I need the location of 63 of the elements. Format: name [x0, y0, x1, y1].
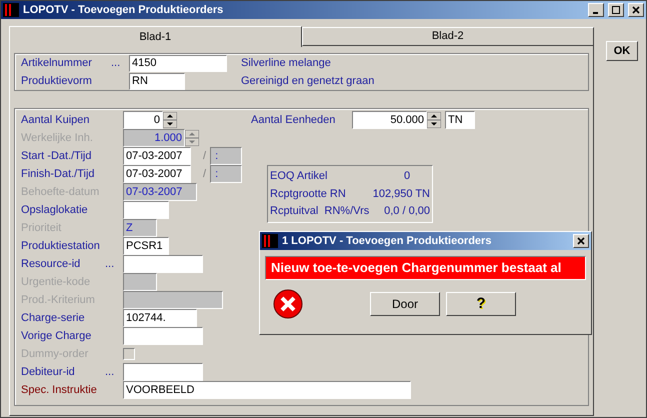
dialog-button[interactable]: Door — [370, 292, 440, 316]
field-label: Resource-id — [21, 256, 82, 272]
input-field[interactable]: VOORBEELD — [123, 381, 411, 399]
input-field[interactable]: 50.000 — [352, 111, 427, 129]
input-field[interactable]: PCSR1 — [123, 237, 169, 255]
tab[interactable]: Blad-1 — [9, 26, 302, 47]
spin-buttons-icon[interactable] — [163, 112, 177, 128]
field-label: Charge-serie — [21, 310, 86, 326]
eoq-value: 0 — [404, 169, 410, 184]
time-field[interactable]: : — [210, 147, 242, 165]
field-label: Opslaglokatie — [21, 202, 89, 218]
field-label: Produktievorm — [21, 74, 93, 89]
help-button[interactable]: ? — [446, 292, 516, 316]
field-label: Artikelnummer — [21, 56, 93, 71]
close-icon — [632, 6, 640, 14]
input-field[interactable] — [123, 327, 203, 345]
spin-buttons-icon[interactable] — [427, 112, 441, 128]
lookup-link[interactable]: ... — [105, 258, 114, 270]
window-title: LOPOTV - Toevoegen Produktieorders — [23, 2, 224, 18]
field-label: Debiteur-id — [21, 364, 76, 380]
lookup-link[interactable]: ... — [105, 366, 114, 378]
maximize-icon — [612, 6, 620, 14]
error-icon — [272, 288, 304, 320]
eoq-unit-text: %/Vrs — [340, 205, 370, 218]
lookup-link[interactable]: ... — [111, 56, 120, 69]
input-field[interactable] — [123, 201, 169, 219]
field-label: Vorige Charge — [21, 328, 92, 344]
field-label: Start -Dat./Tijd — [21, 148, 92, 164]
eoq-label: Rcptuitval RN — [270, 204, 340, 220]
input-field[interactable]: 07-03-2007 — [123, 147, 191, 165]
input-field[interactable]: 0 — [123, 111, 163, 129]
field-label: Produktiestation — [21, 238, 101, 254]
eoq-value: 102,950 TN — [372, 186, 430, 202]
maximize-button[interactable] — [608, 3, 624, 17]
input-field[interactable] — [123, 363, 203, 381]
app-logo-icon — [262, 234, 278, 248]
field-label: Aantal Kuipen — [21, 112, 90, 128]
dialog-title: 1 LOPOTV - Toevoegen Produktieorders — [282, 234, 492, 249]
description-text: Silverline melange — [241, 56, 331, 71]
field-label: Spec. Instruktie — [21, 382, 98, 398]
field-label: Finish-Dat./Tijd — [21, 166, 96, 182]
input-field[interactable]: 102744. — [123, 309, 197, 327]
field-label: Aantal Eenheden — [251, 112, 336, 128]
app-logo-icon — [3, 3, 19, 17]
ok-button[interactable]: OK — [606, 41, 638, 61]
time-field[interactable]: : — [210, 165, 242, 183]
close-icon — [577, 237, 585, 245]
input-field[interactable]: 4150 — [129, 54, 227, 72]
input-field[interactable]: RN — [129, 72, 185, 90]
error-message: Nieuw toe-te-voegen Chargenummer bestaat al — [265, 256, 586, 280]
tab[interactable]: Blad-2 — [302, 27, 594, 46]
eoq-value: 0,0 / 0,00 — [384, 204, 430, 220]
eoq-label: Rcptgrootte RN — [270, 186, 346, 202]
separator-text: / — [203, 166, 206, 182]
close-button[interactable] — [573, 234, 589, 248]
input-field[interactable]: 07-03-2007 — [123, 165, 191, 183]
unit-field[interactable]: TN — [445, 111, 475, 129]
eoq-label: EOQ Artikel — [270, 169, 328, 184]
minimize-button[interactable] — [588, 3, 604, 17]
separator-text: / — [203, 148, 206, 164]
input-field[interactable] — [123, 255, 203, 273]
close-button[interactable] — [628, 3, 644, 17]
description-text: Gereinigd en genetzt graan — [241, 74, 374, 89]
